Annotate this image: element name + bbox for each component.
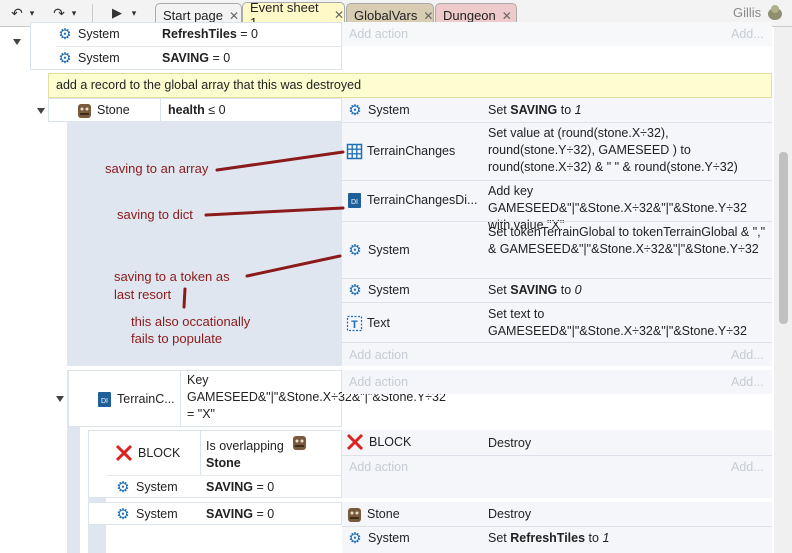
annotation-text: saving to dict — [117, 207, 193, 222]
annotation-text: fails to populate — [131, 331, 223, 346]
annotation-text: saving to an array — [105, 161, 209, 176]
annotation-text: this also occationally — [131, 314, 251, 329]
annotation-text: saving to a token as — [114, 269, 230, 284]
annotation-text: last resort — [114, 287, 172, 302]
